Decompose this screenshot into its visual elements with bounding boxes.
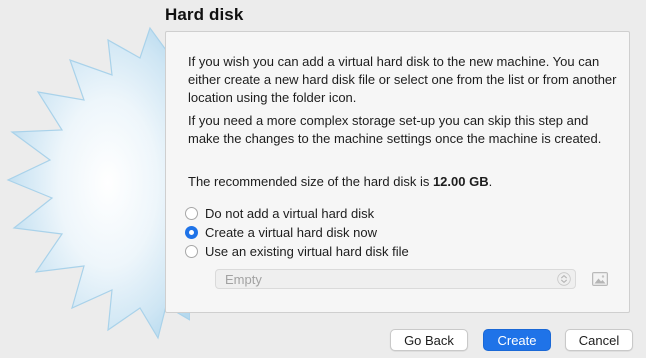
cancel-button[interactable]: Cancel bbox=[565, 329, 633, 351]
radio-button[interactable] bbox=[185, 206, 198, 220]
folder-image-icon[interactable] bbox=[591, 270, 609, 288]
wizard-watermark-burst-icon bbox=[6, 26, 190, 340]
recommended-size-value: 12.00 GB bbox=[432, 174, 489, 189]
create-button[interactable]: Create bbox=[483, 329, 551, 351]
existing-disk-select-value: Empty bbox=[225, 271, 262, 287]
radio-option-existing-disk[interactable]: Use an existing virtual hard disk file bbox=[185, 242, 409, 260]
radio-option-create-disk[interactable]: Create a virtual hard disk now bbox=[185, 223, 377, 241]
radio-label: Do not add a virtual hard disk bbox=[205, 205, 375, 221]
recommended-size-suffix: . bbox=[488, 174, 493, 189]
radio-button-selected[interactable] bbox=[185, 225, 198, 239]
content-panel: If you wish you can add a virtual hard d… bbox=[165, 31, 630, 313]
recommended-size-text: The recommended size of the hard disk is… bbox=[188, 173, 618, 191]
recommended-size-prefix: The recommended size of the hard disk is bbox=[188, 174, 433, 189]
storage-hint-paragraph: If you need a more complex storage set-u… bbox=[188, 113, 602, 146]
existing-disk-select[interactable]: Empty bbox=[215, 269, 576, 289]
intro-paragraph: If you wish you can add a virtual hard d… bbox=[188, 54, 617, 105]
chevron-up-down-icon bbox=[557, 272, 571, 286]
go-back-button[interactable]: Go Back bbox=[390, 329, 468, 351]
radio-button[interactable] bbox=[185, 244, 198, 258]
page-title: Hard disk bbox=[165, 5, 244, 24]
radio-option-no-disk[interactable]: Do not add a virtual hard disk bbox=[185, 204, 374, 222]
radio-label: Use an existing virtual hard disk file bbox=[205, 243, 409, 259]
radio-label: Create a virtual hard disk now bbox=[205, 224, 377, 240]
